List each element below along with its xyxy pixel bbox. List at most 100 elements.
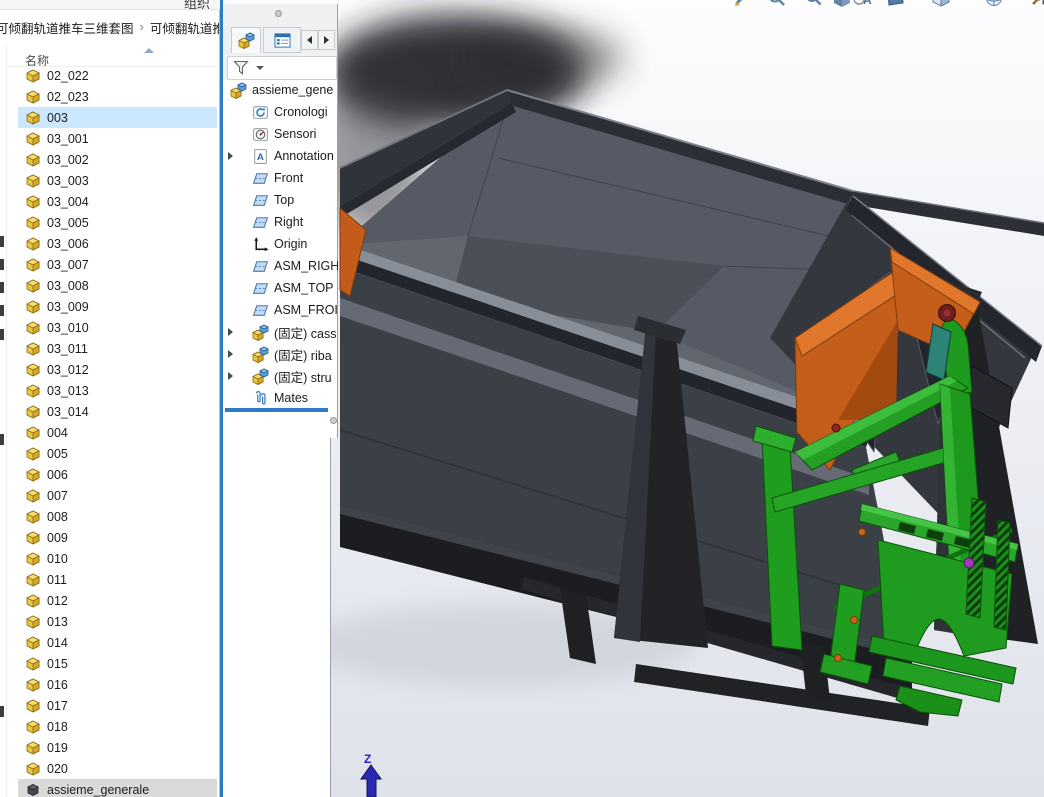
tree-item-annotation[interactable]: A Annotation	[223, 145, 338, 167]
file-row-03_011[interactable]: 03_011	[18, 338, 217, 359]
tree-item-asm-froi[interactable]: ASM_FROI	[223, 299, 338, 321]
zoom-area-icon[interactable]	[803, 0, 825, 9]
navpane-clipped-item	[0, 282, 4, 293]
appearance-icon[interactable]	[983, 0, 1005, 9]
file-name: 03_006	[47, 236, 89, 251]
sensors-icon	[252, 126, 269, 143]
file-row-03_009[interactable]: 03_009	[18, 296, 217, 317]
file-row-03_004[interactable]: 03_004	[18, 191, 217, 212]
mates-icon	[252, 390, 269, 407]
tree-item-label: Right	[274, 215, 304, 229]
file-row-02_023[interactable]: 02_023	[18, 86, 217, 107]
file-row-005[interactable]: 005	[18, 443, 217, 464]
tree-item-asm-top[interactable]: ASM_TOP	[223, 277, 338, 299]
part-icon	[25, 152, 41, 168]
file-name: 007	[47, 488, 68, 503]
file-row-03_001[interactable]: 03_001	[18, 128, 217, 149]
file-row-03_014[interactable]: 03_014	[18, 401, 217, 422]
file-row-03_005[interactable]: 03_005	[18, 212, 217, 233]
component-icon	[252, 324, 269, 341]
file-row-03_003[interactable]: 03_003	[18, 170, 217, 191]
file-row-03_013[interactable]: 03_013	[18, 380, 217, 401]
tree-item-asm-righ[interactable]: ASM_RIGH	[223, 255, 338, 277]
section-view-icon[interactable]	[831, 0, 853, 9]
file-row-010[interactable]: 010	[18, 548, 217, 569]
view-orientation-icon[interactable]	[930, 0, 952, 9]
file-row-012[interactable]: 012	[18, 590, 217, 611]
file-row-009[interactable]: 009	[18, 527, 217, 548]
file-name: 03_011	[47, 341, 88, 356]
zoom-fit-icon[interactable]	[766, 0, 788, 9]
file-row-03_012[interactable]: 03_012	[18, 359, 217, 380]
part-icon	[25, 194, 41, 210]
file-name: 019	[47, 740, 68, 755]
file-row-03_006[interactable]: 03_006	[18, 233, 217, 254]
part-icon	[25, 509, 41, 525]
file-row-019[interactable]: 019	[18, 737, 217, 758]
part-icon	[25, 656, 41, 672]
display-style-icon[interactable]	[884, 0, 906, 9]
navpane-clipped-item	[0, 706, 4, 717]
file-name: 03_014	[47, 404, 89, 419]
screenshot-root: Z A 组织 可倾翻轨道推车三维套图 › 可倾翻轨道推 名称 02_022 02_…	[0, 0, 1044, 797]
file-row-008[interactable]: 008	[18, 506, 217, 527]
file-row-006[interactable]: 006	[18, 464, 217, 485]
tree-splitter-bar[interactable]	[225, 408, 328, 412]
annotations-visibility-icon[interactable]: A	[851, 0, 873, 9]
file-row-03_010[interactable]: 03_010	[18, 317, 217, 338]
tree-item-sensori[interactable]: Sensori	[223, 123, 338, 145]
tree-item-cronologi[interactable]: Cronologi	[223, 101, 338, 123]
graphics-viewport[interactable]: Z	[331, 0, 1044, 797]
tree-item-origin[interactable]: Origin	[223, 233, 338, 255]
file-row-011[interactable]: 011	[18, 569, 217, 590]
featuremanager-panel: assieme_gene Cronologi Sensori A Annotation F…	[220, 0, 338, 797]
file-row-020[interactable]: 020	[18, 758, 217, 779]
tree-item--riba[interactable]: (固定) riba	[223, 343, 338, 365]
plane-icon	[252, 214, 269, 231]
file-row-assieme_generale[interactable]: assieme_generale	[18, 779, 217, 797]
assembly-icon	[230, 82, 247, 99]
tree-item-top[interactable]: Top	[223, 189, 338, 211]
file-row-013[interactable]: 013	[18, 611, 217, 632]
tree-item-mates[interactable]: Mates	[223, 387, 338, 409]
component-icon	[252, 368, 269, 385]
part-icon	[25, 68, 41, 84]
file-row-015[interactable]: 015	[18, 653, 217, 674]
tree-item-assieme-gene[interactable]: assieme_gene	[223, 79, 338, 101]
file-row-003[interactable]: 003	[18, 107, 217, 128]
expand-arrow-icon[interactable]	[228, 372, 233, 380]
expand-arrow-icon[interactable]	[228, 328, 233, 336]
file-row-03_007[interactable]: 03_007	[18, 254, 217, 275]
tree-item-right[interactable]: Right	[223, 211, 338, 233]
part-icon	[25, 320, 41, 336]
tree-item--cass[interactable]: (固定) cass	[223, 321, 338, 343]
rollback-bar-handle[interactable]	[330, 417, 337, 424]
assembly-dark-icon	[25, 782, 41, 797]
file-row-02_022[interactable]: 02_022	[18, 65, 217, 86]
expand-arrow-icon[interactable]	[228, 350, 233, 358]
file-row-004[interactable]: 004	[18, 422, 217, 443]
file-row-017[interactable]: 017	[18, 695, 217, 716]
tree-item-label: (固定) cass	[274, 326, 337, 341]
tree-item-front[interactable]: Front	[223, 167, 338, 189]
edit-sketch-icon[interactable]	[731, 0, 753, 9]
part-icon	[25, 593, 41, 609]
file-row-016[interactable]: 016	[18, 674, 217, 695]
part-icon	[25, 236, 41, 252]
file-row-03_008[interactable]: 03_008	[18, 275, 217, 296]
part-icon	[25, 614, 41, 630]
file-row-018[interactable]: 018	[18, 716, 217, 737]
part-icon	[25, 530, 41, 546]
file-name: 03_010	[47, 320, 89, 335]
part-icon	[25, 110, 41, 126]
file-row-03_002[interactable]: 03_002	[18, 149, 217, 170]
expand-arrow-icon[interactable]	[228, 152, 233, 160]
file-row-014[interactable]: 014	[18, 632, 217, 653]
origin-icon	[252, 236, 269, 253]
camera-scene-icon[interactable]	[1040, 0, 1044, 9]
file-row-007[interactable]: 007	[18, 485, 217, 506]
file-name: 014	[47, 635, 68, 650]
part-icon	[25, 299, 41, 315]
tree-item--stru[interactable]: (固定) stru	[223, 365, 338, 387]
headsup-view-toolbar: A	[726, 0, 1044, 10]
